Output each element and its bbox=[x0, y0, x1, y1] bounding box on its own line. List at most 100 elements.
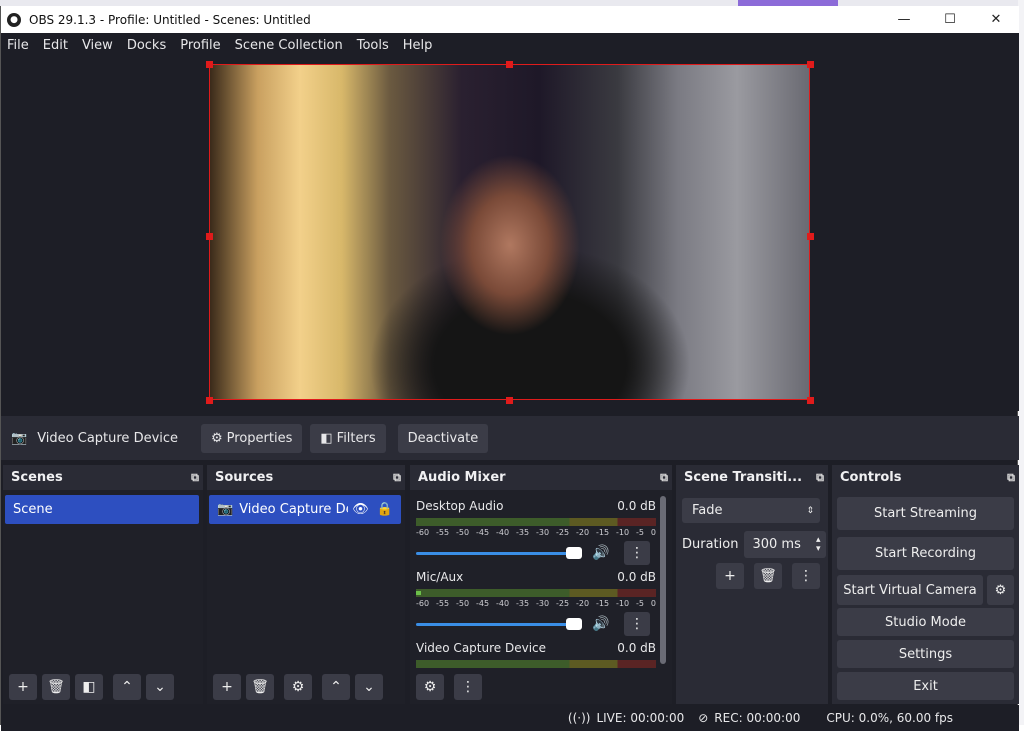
menu-help[interactable]: Help bbox=[403, 38, 433, 53]
remove-transition-button[interactable]: 🗑 bbox=[754, 563, 782, 589]
window-title: OBS 29.1.3 - Profile: Untitled - Scenes:… bbox=[29, 12, 311, 27]
volume-slider[interactable]: 🔊 ⋮ bbox=[416, 541, 656, 565]
source-properties-button[interactable]: ⚙ bbox=[284, 674, 312, 700]
properties-button[interactable]: ⚙ Properties bbox=[201, 423, 303, 453]
lock-icon[interactable]: 🔒 bbox=[377, 502, 393, 517]
transitions-title: Scene Transiti... bbox=[684, 470, 803, 485]
remove-source-button[interactable]: 🗑 bbox=[246, 674, 274, 700]
deactivate-button[interactable]: Deactivate bbox=[397, 423, 489, 453]
meter-scale: -60-55-50-45-40-35-30-25-20-15-10-50 bbox=[416, 599, 656, 608]
mixer-scrollbar[interactable] bbox=[660, 496, 666, 664]
advanced-audio-settings-button[interactable]: ⚙ bbox=[416, 674, 444, 700]
mixer-header: Audio Mixer ⧉ bbox=[410, 465, 672, 490]
mixer-body: Desktop Audio 0.0 dB -60 -55 -50 -45 -40 -35-… bbox=[410, 490, 672, 704]
scene-transitions-dock: Scene Transiti... ⧉ Fade ⇕ Duration 300 … bbox=[676, 465, 828, 704]
resize-handle-br[interactable] bbox=[807, 397, 814, 404]
scene-item[interactable]: Scene bbox=[5, 495, 199, 524]
resize-handle-tl[interactable] bbox=[206, 61, 213, 68]
float-dock-icon[interactable]: ⧉ bbox=[191, 471, 199, 485]
start-virtual-camera-button[interactable]: Start Virtual Camera bbox=[837, 575, 983, 605]
float-dock-icon[interactable]: ⧉ bbox=[1007, 471, 1015, 485]
rec-timer: REC: 00:00:00 bbox=[714, 711, 801, 725]
preview-area[interactable] bbox=[1, 57, 1019, 411]
visibility-eye-icon[interactable]: 👁 bbox=[352, 502, 369, 517]
sources-list: 📷 Video Capture Dev 👁 🔒 + 🗑 ⚙ ⌃ ⌄ bbox=[207, 490, 405, 704]
start-recording-button[interactable]: Start Recording bbox=[837, 537, 1014, 570]
menu-file[interactable]: File bbox=[7, 38, 29, 53]
mixer-menu-button[interactable]: ⋮ bbox=[454, 674, 482, 700]
volume-slider-knob[interactable] bbox=[566, 617, 582, 630]
studio-mode-button[interactable]: Studio Mode bbox=[837, 608, 1014, 636]
transition-selected: Fade bbox=[692, 503, 723, 518]
transitions-header: Scene Transiti... ⧉ bbox=[676, 465, 828, 490]
source-item-label: Video Capture Dev bbox=[239, 502, 348, 517]
close-button[interactable]: ✕ bbox=[973, 6, 1019, 33]
audio-mixer-dock: Audio Mixer ⧉ Desktop Audio 0.0 dB -60 -5… bbox=[410, 465, 672, 704]
remove-scene-button[interactable]: 🗑 bbox=[42, 674, 70, 700]
channel-menu-button[interactable]: ⋮ bbox=[624, 541, 650, 565]
move-scene-up-button[interactable]: ⌃ bbox=[113, 674, 141, 700]
add-source-button[interactable]: + bbox=[213, 674, 241, 700]
source-item[interactable]: 📷 Video Capture Dev 👁 🔒 bbox=[209, 495, 401, 524]
volume-meter bbox=[416, 660, 656, 668]
resize-handle-b[interactable] bbox=[506, 397, 513, 404]
move-source-down-button[interactable]: ⌄ bbox=[355, 674, 383, 700]
duration-spinbox[interactable]: 300 ms ▴ ▾ bbox=[744, 531, 827, 558]
meter-scale: -60-55-50-45-40-35-30-25-20-15-10-50 bbox=[416, 670, 656, 671]
transition-buttons: + 🗑 ⋮ bbox=[716, 563, 825, 589]
volume-slider[interactable]: 🔊 ⋮ bbox=[416, 612, 656, 636]
start-streaming-button[interactable]: Start Streaming bbox=[837, 497, 1014, 530]
menu-view[interactable]: View bbox=[82, 38, 113, 53]
float-dock-icon[interactable]: ⧉ bbox=[660, 471, 668, 485]
resize-handle-t[interactable] bbox=[506, 61, 513, 68]
transitions-body: Fade ⇕ Duration 300 ms ▴ ▾ + 🗑 ⋮ bbox=[676, 490, 828, 704]
duration-label: Duration bbox=[682, 537, 739, 552]
scenes-header: Scenes ⧉ bbox=[3, 465, 203, 490]
transition-menu-button[interactable]: ⋮ bbox=[792, 563, 820, 589]
menu-docks[interactable]: Docks bbox=[127, 38, 166, 53]
filters-button[interactable]: ◧ Filters bbox=[310, 423, 386, 453]
meter-level bbox=[416, 591, 421, 595]
scene-filters-button[interactable]: ◧ bbox=[75, 674, 103, 700]
speaker-icon[interactable]: 🔊 bbox=[592, 616, 609, 632]
move-source-up-button[interactable]: ⌃ bbox=[322, 674, 350, 700]
add-scene-button[interactable]: + bbox=[9, 674, 37, 700]
mixer-channel: Desktop Audio 0.0 dB -60 -55 -50 -45 -40 -35-… bbox=[416, 499, 656, 565]
speaker-icon[interactable]: 🔊 bbox=[592, 545, 609, 561]
source-toolbar: 📷 Video Capture Device ⚙ Properties ◧ Fi… bbox=[1, 416, 1019, 460]
spin-down-icon[interactable]: ▾ bbox=[816, 544, 821, 554]
transition-select[interactable]: Fade ⇕ bbox=[682, 498, 820, 523]
menu-edit[interactable]: Edit bbox=[43, 38, 68, 53]
meter-scale: -60-55-50-45-40-35-30-25-20-15-10-50 bbox=[416, 528, 656, 537]
float-dock-icon[interactable]: ⧉ bbox=[393, 471, 401, 485]
filters-label: Filters bbox=[336, 430, 376, 446]
channel-db: 0.0 dB bbox=[617, 570, 656, 584]
controls-title: Controls bbox=[840, 470, 902, 485]
move-scene-down-button[interactable]: ⌄ bbox=[146, 674, 174, 700]
controls-header: Controls ⧉ bbox=[832, 465, 1019, 490]
exit-button[interactable]: Exit bbox=[837, 672, 1014, 700]
video-capture-preview[interactable] bbox=[209, 64, 810, 400]
resize-handle-r[interactable] bbox=[807, 233, 814, 240]
resize-handle-bl[interactable] bbox=[206, 397, 213, 404]
channel-menu-button[interactable]: ⋮ bbox=[624, 612, 650, 636]
add-transition-button[interactable]: + bbox=[716, 563, 744, 589]
properties-label: Properties bbox=[226, 430, 293, 446]
sources-title: Sources bbox=[215, 470, 274, 485]
resize-handle-tr[interactable] bbox=[807, 61, 814, 68]
sources-header: Sources ⧉ bbox=[207, 465, 405, 490]
menu-profile[interactable]: Profile bbox=[180, 38, 220, 53]
resize-handle-l[interactable] bbox=[206, 233, 213, 240]
maximize-button[interactable]: ☐ bbox=[927, 6, 973, 33]
volume-meter bbox=[416, 589, 656, 597]
volume-slider-knob[interactable] bbox=[566, 546, 582, 559]
menu-scene-collection[interactable]: Scene Collection bbox=[235, 38, 343, 53]
virtual-camera-settings-button[interactable]: ⚙ bbox=[987, 575, 1014, 605]
float-dock-icon[interactable]: ⧉ bbox=[816, 471, 824, 485]
settings-button[interactable]: Settings bbox=[837, 640, 1014, 668]
menu-tools[interactable]: Tools bbox=[357, 38, 389, 53]
rec-icon: ⊘ bbox=[698, 711, 709, 725]
camera-icon: 📷 bbox=[11, 430, 28, 446]
minimize-button[interactable]: — bbox=[881, 6, 927, 33]
camera-icon: 📷 bbox=[217, 502, 234, 517]
